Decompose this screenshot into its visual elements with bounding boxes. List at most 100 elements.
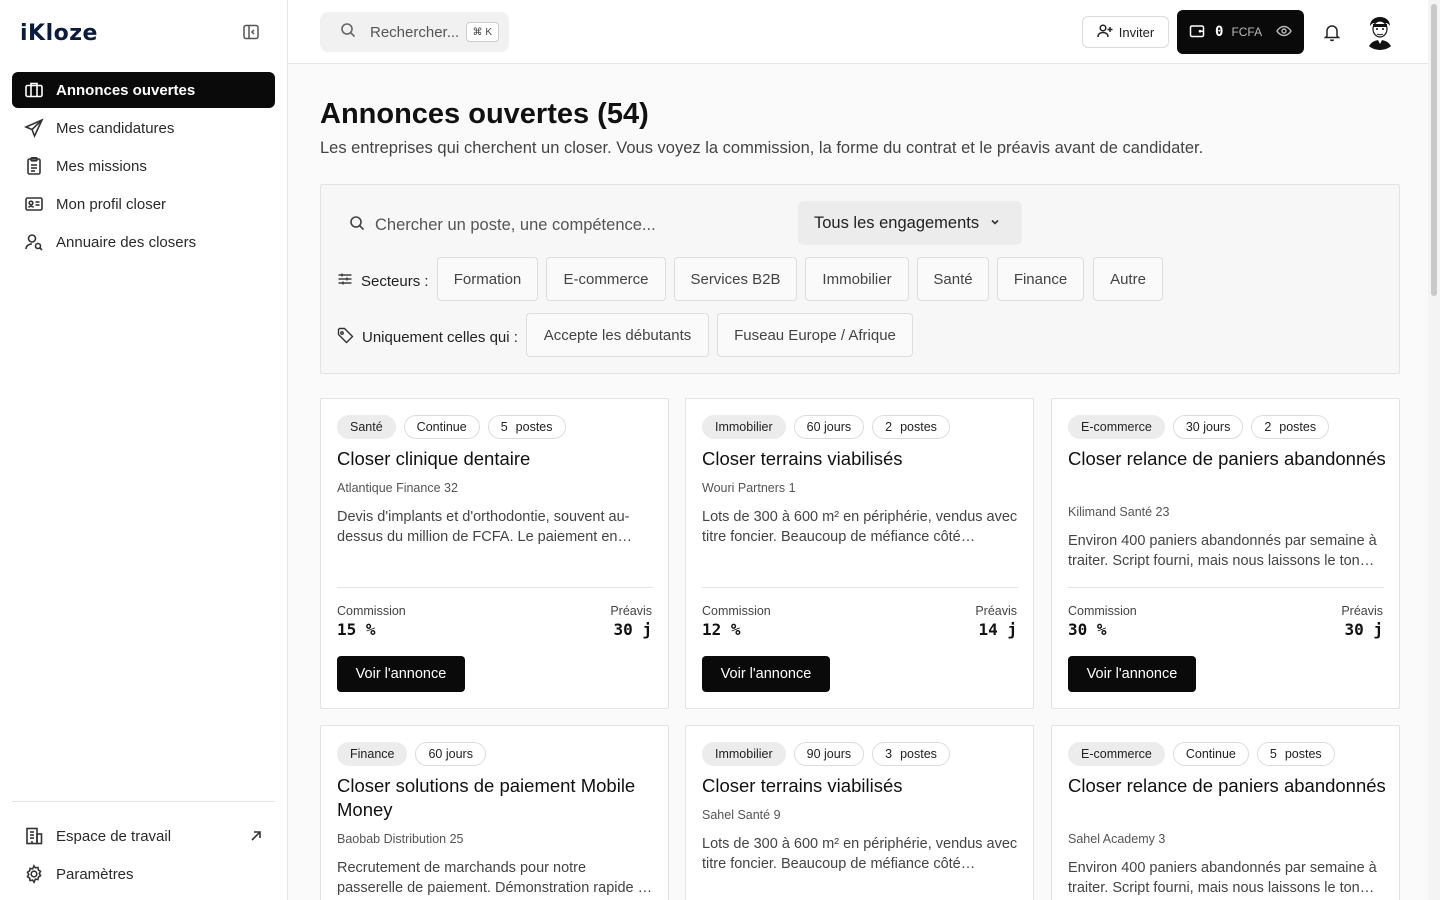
sidebar-item-settings[interactable]: Paramètres xyxy=(12,856,275,892)
positions-count: 5 xyxy=(1269,747,1277,761)
main-content: Annonces ouvertes (54) Les entreprises q… xyxy=(288,64,1428,900)
positions-badge: 5 postes xyxy=(487,415,566,439)
card-company: Atlantique Finance 32 xyxy=(337,481,458,495)
sidebar: iKloze Annonces ouvertes Mes candidature… xyxy=(0,0,288,900)
card-title[interactable]: Closer solutions de paiement Mobile Mone… xyxy=(337,774,657,822)
engagement-value: Tous les engagements xyxy=(814,213,980,232)
job-card: Finance 60 jours Closer solutions de pai… xyxy=(320,725,669,900)
brand-logo[interactable]: iKloze xyxy=(20,21,98,46)
sector-chip-sante[interactable]: Santé xyxy=(917,257,989,301)
card-title[interactable]: Closer terrains viabilisés xyxy=(702,774,1022,798)
card-badges: E-commerce 30 jours 2 postes xyxy=(1068,415,1330,439)
global-search-input[interactable]: Rechercher... ⌘ K xyxy=(320,12,509,52)
sidebar-item-annuaire[interactable]: Annuaire des closers xyxy=(12,224,275,260)
positions-count: 2 xyxy=(885,420,893,434)
invite-label: Inviter xyxy=(1118,24,1155,40)
job-card: Santé Continue 5 postes Closer clinique d… xyxy=(320,398,669,709)
sidebar-item-label: Annuaire des closers xyxy=(56,233,197,251)
notice-label: Préavis xyxy=(610,604,652,618)
sidebar-item-annonces[interactable]: Annonces ouvertes xyxy=(12,72,275,108)
page-scrollbar[interactable] xyxy=(1428,0,1440,900)
scrollbar-thumb[interactable] xyxy=(1431,4,1437,296)
job-card: E-commerce 30 jours 2 postes Closer relan… xyxy=(1051,398,1400,709)
view-job-button[interactable]: Voir l'annonce xyxy=(702,656,830,692)
positions-unit: postes xyxy=(1279,420,1317,434)
sector-chip-services-b2b[interactable]: Services B2B xyxy=(674,257,797,301)
card-title[interactable]: Closer clinique dentaire xyxy=(337,447,657,471)
send-icon xyxy=(24,118,44,138)
card-description: Lots de 300 à 600 m² en périphérie, vend… xyxy=(702,509,1018,545)
filter-chip-beginners[interactable]: Accepte les débutants xyxy=(526,313,709,357)
sidebar-item-label: Paramètres xyxy=(56,865,134,883)
duration-badge: Continue xyxy=(1172,742,1249,766)
page-title: Annonces ouvertes (54) xyxy=(320,98,649,130)
sectors-label: Secteurs : xyxy=(337,271,429,291)
job-search-placeholder: Chercher un poste, une compétence... xyxy=(375,216,656,234)
commission-label: Commission xyxy=(702,604,771,618)
sector-chip-ecommerce[interactable]: E-commerce xyxy=(546,257,666,301)
card-description: Environ 400 paniers abandonnés par semai… xyxy=(1068,533,1377,569)
engagement-select[interactable]: Tous les engagements xyxy=(798,201,1022,245)
notice-value: 30 j xyxy=(1344,620,1383,639)
sidebar-item-profil[interactable]: Mon profil closer xyxy=(12,186,275,222)
only-label: Uniquement celles qui : xyxy=(337,327,518,348)
sector-chip-finance[interactable]: Finance xyxy=(997,257,1084,301)
sidebar-item-label: Annonces ouvertes xyxy=(56,81,196,99)
sidebar-collapse-icon[interactable] xyxy=(242,23,260,41)
view-job-button[interactable]: Voir l'annonce xyxy=(1068,656,1196,692)
card-title[interactable]: Closer terrains viabilisés xyxy=(702,447,1022,471)
view-job-button[interactable]: Voir l'annonce xyxy=(337,656,465,692)
building-icon xyxy=(24,826,44,846)
card-badges: Santé Continue 5 postes xyxy=(337,415,566,439)
card-description: Recrutement de marchands pour notre pass… xyxy=(337,860,650,896)
sidebar-item-candidatures[interactable]: Mes candidatures xyxy=(12,110,275,146)
eye-icon[interactable] xyxy=(1276,23,1292,42)
positions-unit: postes xyxy=(900,747,937,761)
card-title[interactable]: Closer relance de paniers abandonnés xyxy=(1068,774,1388,798)
positions-unit: postes xyxy=(900,420,937,434)
clipboard-icon xyxy=(24,156,44,176)
job-card: Immobilier 60 jours 2 postes Closer terra… xyxy=(685,398,1034,709)
sector-chip-autre[interactable]: Autre xyxy=(1093,257,1163,301)
sidebar-item-missions[interactable]: Mes missions xyxy=(12,148,275,184)
invite-button[interactable]: Inviter xyxy=(1082,16,1169,48)
commission-value: 12 % xyxy=(702,620,741,639)
sectors-label-text: Secteurs : xyxy=(361,272,429,290)
card-description: Lots de 300 à 600 m² en périphérie, vend… xyxy=(702,836,1018,872)
sector-chip-formation[interactable]: Formation xyxy=(437,257,538,301)
job-card: Immobilier 90 jours 3 postes Closer terra… xyxy=(685,725,1034,900)
card-description: Devis d'implants et d'orthodontie, souve… xyxy=(337,509,630,545)
sidebar-bottom: Espace de travail Paramètres xyxy=(12,801,275,894)
sector-badge: Finance xyxy=(337,742,408,766)
commission-label: Commission xyxy=(1068,604,1137,618)
page-subtitle: Les entreprises qui cherchent un closer.… xyxy=(320,139,1204,157)
commission-value: 15 % xyxy=(337,620,376,639)
card-divider xyxy=(337,587,653,588)
card-divider xyxy=(1068,587,1384,588)
wallet-balance-button[interactable]: 0 FCFA xyxy=(1177,10,1304,54)
filter-chip-timezone[interactable]: Fuseau Europe / Afrique xyxy=(717,313,913,357)
job-search-input[interactable]: Chercher un poste, une compétence... xyxy=(349,215,656,236)
sector-chip-immobilier[interactable]: Immobilier xyxy=(805,257,909,301)
avatar[interactable] xyxy=(1362,14,1398,50)
search-icon xyxy=(340,22,356,43)
sidebar-item-label: Mon profil closer xyxy=(56,195,167,213)
card-company: Wouri Partners 1 xyxy=(702,481,796,495)
card-title[interactable]: Closer relance de paniers abandonnés xyxy=(1068,447,1388,471)
card-company: Sahel Academy 3 xyxy=(1068,832,1166,846)
positions-count: 2 xyxy=(1264,420,1272,434)
sector-badge: Santé xyxy=(337,415,396,439)
user-plus-icon xyxy=(1097,23,1119,42)
sector-badge: Immobilier xyxy=(702,415,786,439)
job-card: E-commerce Continue 5 postes Closer relan… xyxy=(1051,725,1400,900)
shortcut-hint: ⌘ K xyxy=(465,22,499,42)
bell-icon[interactable] xyxy=(1322,22,1342,42)
sidebar-item-workspace[interactable]: Espace de travail xyxy=(12,818,275,854)
notice-value: 14 j xyxy=(978,620,1017,639)
sidebar-nav: Annonces ouvertes Mes candidatures Mes m… xyxy=(12,72,275,262)
briefcase-icon xyxy=(24,80,44,100)
only-label-text: Uniquement celles qui : xyxy=(362,329,518,346)
sidebar-item-label: Espace de travail xyxy=(56,827,172,845)
wallet-currency: FCFA xyxy=(1231,25,1263,39)
card-company: Sahel Santé 9 xyxy=(702,808,781,822)
